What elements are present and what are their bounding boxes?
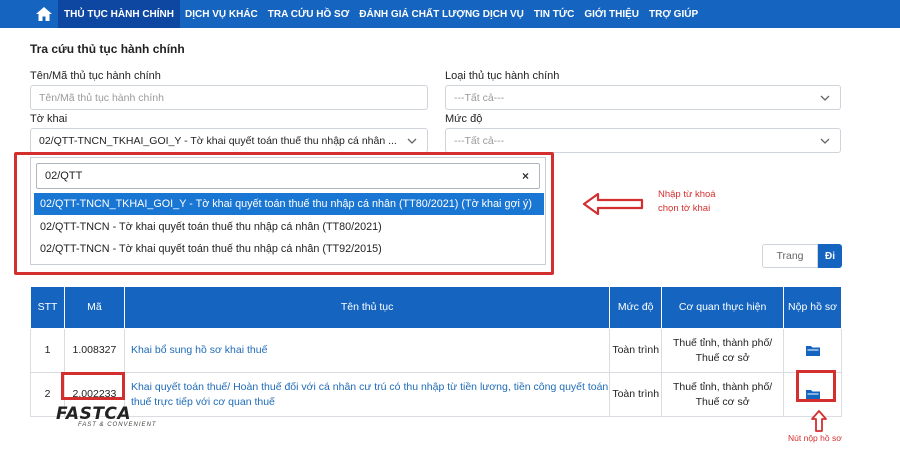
procedure-link[interactable]: Khai quyết toán thuế/ Hoàn thuế đối với …: [123, 372, 611, 417]
chevron-down-icon: [820, 95, 830, 101]
nav-item-tin-tuc[interactable]: TIN TỨC: [529, 0, 580, 28]
row-level: Toàn trình: [609, 372, 663, 417]
annotation-line-1: Nhập từ khoá: [658, 189, 716, 200]
submit-folder-icon[interactable]: [805, 345, 820, 356]
nav-item-gioi-thieu[interactable]: GIỚI THIỆU: [579, 0, 644, 28]
table-header-row: STT Mã Tên thủ tục Mức độ Cơ quan thực h…: [30, 286, 842, 329]
row-agency: Thuế tỉnh, thành phố/ Thuế cơ sở: [661, 328, 785, 373]
form-select-value: 02/QTT-TNCN_TKHAI_GOI_Y - Tờ khai quyết …: [39, 134, 397, 147]
form-select[interactable]: 02/QTT-TNCN_TKHAI_GOI_Y - Tờ khai quyết …: [30, 128, 428, 153]
annotation-text: Nhập từ khoá chọn tờ khai: [658, 188, 716, 216]
column-header-agency: Cơ quan thực hiện: [661, 286, 785, 329]
submit-caption: Nút nộp hồ sơ: [788, 433, 842, 443]
nav-item-tro-giup[interactable]: TRỢ GIÚP: [644, 0, 703, 28]
row-stt: 1: [30, 328, 65, 373]
submit-cell: [783, 328, 842, 373]
nav-item-thu-tuc-hanh-chinh[interactable]: THỦ TỤC HÀNH CHÍNH: [58, 0, 180, 28]
name-search-input[interactable]: Tên/Mã thủ tục hành chính: [30, 85, 428, 110]
type-select[interactable]: ---Tất cả---: [445, 85, 841, 110]
column-header-level: Mức độ: [609, 286, 663, 329]
logo-tagline: FAST & CONVENIENT: [78, 422, 157, 428]
row-level: Toàn trình: [609, 328, 663, 373]
up-arrow-icon: [811, 410, 827, 432]
nav-item-dich-vu-khac[interactable]: DỊCH VỤ KHÁC: [180, 0, 263, 28]
column-header-submit: Nộp hồ sơ: [783, 286, 842, 329]
column-header-code: Mã: [63, 286, 125, 329]
annotation-line-2: chọn tờ khai: [658, 203, 711, 214]
dropdown-highlight-box: [14, 152, 554, 275]
type-field-label: Loại thủ tục hành chính: [445, 70, 560, 82]
submit-highlight-box: [796, 370, 836, 402]
row-agency: Thuế tỉnh, thành phố/ Thuế cơ sở: [661, 372, 785, 417]
annotation-arrow-icon: [582, 192, 644, 216]
home-icon[interactable]: [30, 0, 58, 28]
column-header-stt: STT: [30, 286, 65, 329]
procedure-link[interactable]: Khai bổ sung hồ sơ khai thuế: [123, 328, 611, 373]
level-field-label: Mức độ: [445, 113, 483, 125]
name-field-label: Tên/Mã thủ tục hành chính: [30, 70, 161, 82]
code-highlight-box: [61, 372, 125, 400]
form-field-label: Tờ khai: [30, 113, 68, 125]
procedure-table: STT Mã Tên thủ tục Mức độ Cơ quan thực h…: [30, 286, 842, 417]
nav-item-danh-gia-chat-luong[interactable]: ĐÁNH GIÁ CHẤT LƯỢNG DỊCH VỤ: [354, 0, 529, 28]
type-select-value: ---Tất cả---: [454, 91, 505, 104]
page-title: Tra cứu thủ tục hành chính: [30, 42, 185, 56]
column-header-name: Tên thủ tục: [123, 286, 611, 329]
nav-item-tra-cuu-ho-so[interactable]: TRA CỨU HỒ SƠ: [263, 0, 354, 28]
logo-text: FASTCA: [56, 404, 132, 424]
chevron-down-icon: [407, 138, 417, 144]
chevron-down-icon: [820, 138, 830, 144]
page-number-input[interactable]: Trang: [762, 244, 818, 268]
level-select-value: ---Tất cả---: [454, 134, 505, 147]
go-button[interactable]: Đi: [818, 244, 842, 268]
fastca-logo: FASTCA FAST & CONVENIENT: [56, 404, 157, 428]
row-code: 1.008327: [63, 328, 125, 373]
level-select[interactable]: ---Tất cả---: [445, 128, 841, 153]
top-navigation: THỦ TỤC HÀNH CHÍNH DỊCH VỤ KHÁC TRA CỨU …: [0, 0, 900, 28]
table-row: 1 1.008327 Khai bổ sung hồ sơ khai thuế …: [30, 328, 842, 373]
